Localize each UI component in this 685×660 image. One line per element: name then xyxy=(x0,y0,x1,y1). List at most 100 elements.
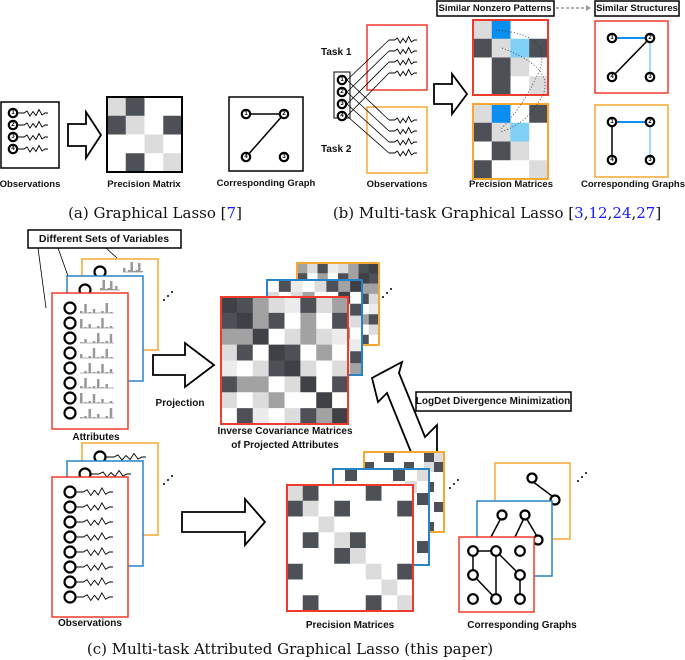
matrix-cell xyxy=(287,595,304,612)
node-icon xyxy=(514,545,526,557)
node-icon xyxy=(63,545,77,559)
matrix-cell xyxy=(332,297,349,314)
matrix-cell xyxy=(510,38,530,58)
attribute-bar xyxy=(84,327,87,328)
attribute-bar xyxy=(101,311,104,313)
matrix-cell xyxy=(268,376,285,393)
matrix-cell xyxy=(404,452,415,463)
matrix-cell xyxy=(491,104,511,124)
attribute-bar xyxy=(80,393,83,403)
citation-link[interactable]: 12 xyxy=(588,204,607,222)
attribute-bar xyxy=(115,286,118,290)
attribute-bar xyxy=(128,270,131,272)
ellipsis-icon xyxy=(382,296,384,298)
matrix-cell xyxy=(287,485,304,502)
matrix-cell xyxy=(491,57,511,77)
matrix-cell xyxy=(334,500,351,517)
matrix-cell xyxy=(368,304,380,315)
citation-link[interactable]: 24 xyxy=(612,204,631,222)
matrix-cell xyxy=(300,328,317,345)
matrix-cell xyxy=(381,579,398,596)
ellipsis-icon xyxy=(453,483,455,485)
matrix-cell xyxy=(397,548,414,565)
matrix-cell xyxy=(327,263,339,274)
matrix-cell xyxy=(350,327,363,340)
ellipsis-icon xyxy=(585,472,587,474)
citation-link[interactable]: 7 xyxy=(227,204,237,222)
matrix-cell xyxy=(318,485,335,502)
matrix-cell xyxy=(510,104,530,124)
matrix-cell xyxy=(350,303,363,316)
attribute-bar xyxy=(88,324,91,328)
matrix-cell xyxy=(350,595,367,612)
matrix-cell xyxy=(284,312,301,330)
attribute-bar xyxy=(105,289,108,290)
attribute-bar xyxy=(100,288,103,290)
matrix-cell xyxy=(368,314,380,325)
matrix-cell xyxy=(397,516,414,533)
attribute-bar xyxy=(84,339,87,343)
b-precision-matrices-label: Precision Matrices xyxy=(469,179,553,190)
matrix-cell xyxy=(350,339,363,352)
figure: 12341 23412341 2341 234 Observations Precis… xyxy=(0,0,685,658)
ellipsis-icon xyxy=(171,291,173,293)
attribute-bar xyxy=(88,387,91,388)
matrix-cell xyxy=(368,263,380,274)
node-icon xyxy=(496,509,508,521)
matrix-cell xyxy=(252,392,269,409)
attribute-bar xyxy=(92,341,96,343)
pointer-line xyxy=(37,247,47,309)
matrix-cell xyxy=(300,297,317,314)
caption-b: (b) Multi-task Graphical Lasso [3,12,24,… xyxy=(333,204,661,222)
matrix-cell xyxy=(252,312,269,330)
matrix-cell xyxy=(333,469,346,482)
matrix-cell xyxy=(350,291,363,305)
matrix-cell xyxy=(381,548,398,565)
attribute-bar xyxy=(92,348,96,358)
matrix-cell xyxy=(473,76,493,96)
matrix-cell xyxy=(221,360,238,377)
attribute-bar xyxy=(88,356,91,358)
matrix-cell xyxy=(350,280,363,293)
citation-link[interactable]: 3 xyxy=(574,204,584,222)
matrix-cell xyxy=(252,408,269,425)
matrix-cell xyxy=(221,297,238,314)
matrix-cell xyxy=(302,532,319,549)
caption-a: (a) Graphical Lasso [7] xyxy=(68,204,242,222)
matrix-cell xyxy=(316,376,333,393)
matrix-cell xyxy=(221,376,238,393)
node-icon xyxy=(514,569,526,581)
matrix-cell xyxy=(397,579,414,596)
attribute-bar xyxy=(135,270,138,272)
attribute-bar xyxy=(97,357,100,358)
matrix-cell xyxy=(417,517,430,530)
citation-link[interactable]: 27 xyxy=(636,204,655,222)
matrix-cell xyxy=(284,360,301,377)
attribute-bar xyxy=(101,356,104,358)
matrix-cell xyxy=(125,153,145,173)
matrix-cell xyxy=(332,344,349,361)
matrix-cell xyxy=(284,408,301,425)
b-graphs-label: Corresponding Graphs xyxy=(581,179,685,190)
node-icon xyxy=(519,509,531,521)
matrix-cell xyxy=(417,469,430,482)
attribute-bar xyxy=(84,371,87,373)
matrix-cell xyxy=(236,376,254,393)
matrix-cell xyxy=(221,408,238,425)
matrix-cell xyxy=(434,522,445,533)
matrix-cell xyxy=(284,376,301,393)
variables-box-label: Different Sets of Variables xyxy=(39,233,169,245)
matrix-cell xyxy=(350,563,367,580)
matrix-cell xyxy=(125,134,145,154)
attribute-bar xyxy=(92,394,96,403)
attribute-bar xyxy=(88,401,91,403)
matrix-cell xyxy=(348,263,359,274)
matrix-cell xyxy=(381,516,398,533)
matrix-cell xyxy=(267,280,280,293)
c-observations-label: Observations xyxy=(58,618,122,629)
attribute-bar xyxy=(101,364,104,373)
attribute-bar xyxy=(101,387,104,388)
matrix-cell xyxy=(332,360,349,377)
matrix-cell xyxy=(397,500,414,517)
matrix-cell xyxy=(405,469,418,482)
